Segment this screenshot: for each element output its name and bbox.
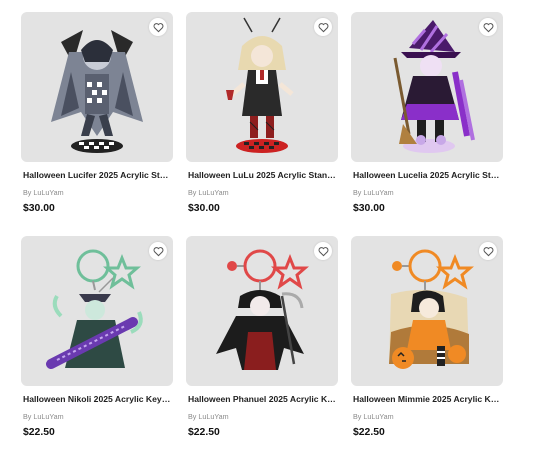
product-price: $30.00 bbox=[23, 203, 55, 214]
character-keychain-mimmie bbox=[389, 249, 474, 369]
product-price: $22.50 bbox=[23, 427, 55, 438]
character-keychain-nikoli bbox=[46, 249, 143, 369]
product-seller[interactable]: By LuLuYam bbox=[23, 188, 64, 197]
product-seller[interactable]: By LuLuYam bbox=[188, 188, 229, 197]
product-grid: Halloween Lucifer 2025 Acrylic Standee B… bbox=[0, 0, 536, 454]
character-standee-lucifer bbox=[51, 30, 143, 153]
product-price: $22.50 bbox=[188, 427, 220, 438]
product-price: $22.50 bbox=[353, 427, 385, 438]
favorite-button[interactable] bbox=[149, 242, 167, 260]
product-price: $30.00 bbox=[188, 203, 220, 214]
heart-icon bbox=[318, 22, 328, 32]
favorite-button[interactable] bbox=[314, 242, 332, 260]
product-title[interactable]: Halloween Lucelia 2025 Acrylic Standee bbox=[353, 170, 501, 180]
heart-icon bbox=[483, 246, 493, 256]
heart-icon bbox=[153, 246, 163, 256]
product-price: $30.00 bbox=[353, 203, 385, 214]
product-seller[interactable]: By LuLuYam bbox=[188, 412, 229, 421]
product-title[interactable]: Halloween Nikoli 2025 Acrylic Keychain bbox=[23, 394, 171, 404]
character-standee-lucelia bbox=[393, 20, 475, 153]
product-image[interactable] bbox=[186, 236, 338, 386]
heart-icon bbox=[153, 22, 163, 32]
heart-icon bbox=[318, 246, 328, 256]
product-seller[interactable]: By LuLuYam bbox=[353, 188, 394, 197]
product-title[interactable]: Halloween Phanuel 2025 Acrylic Keychain bbox=[188, 394, 336, 404]
product-image[interactable] bbox=[351, 12, 503, 162]
favorite-button[interactable] bbox=[149, 18, 167, 36]
product-title[interactable]: Halloween LuLu 2025 Acrylic Standee bbox=[188, 170, 336, 180]
character-standee-lulu bbox=[226, 17, 294, 153]
character-keychain-phanuel bbox=[216, 249, 309, 370]
product-image[interactable] bbox=[21, 236, 173, 386]
product-image[interactable] bbox=[186, 12, 338, 162]
favorite-button[interactable] bbox=[479, 242, 497, 260]
product-seller[interactable]: By LuLuYam bbox=[353, 412, 394, 421]
product-image[interactable] bbox=[351, 236, 503, 386]
favorite-button[interactable] bbox=[479, 18, 497, 36]
product-seller[interactable]: By LuLuYam bbox=[23, 412, 64, 421]
heart-icon bbox=[483, 22, 493, 32]
product-image[interactable] bbox=[21, 12, 173, 162]
favorite-button[interactable] bbox=[314, 18, 332, 36]
product-title[interactable]: Halloween Mimmie 2025 Acrylic Keychain bbox=[353, 394, 501, 404]
product-title[interactable]: Halloween Lucifer 2025 Acrylic Standee bbox=[23, 170, 171, 180]
